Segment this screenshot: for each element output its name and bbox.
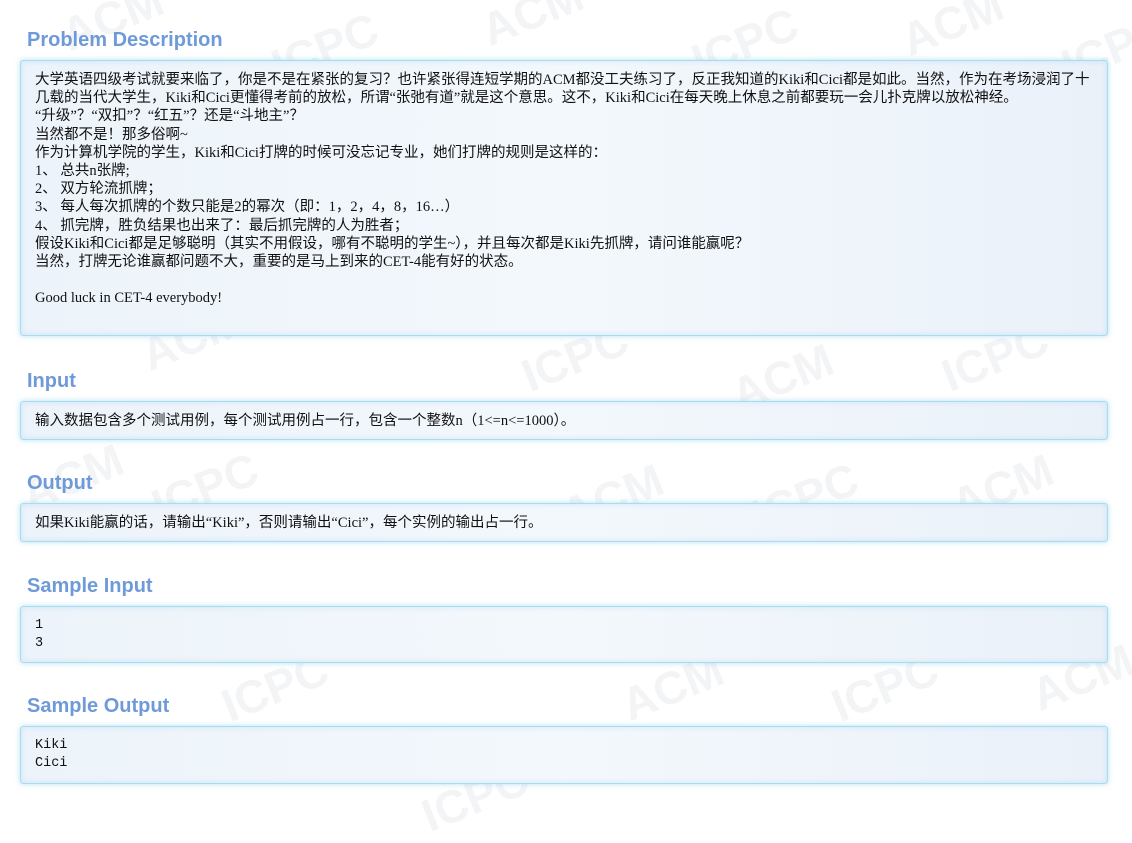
sample-output-title: Sample Output [27,695,170,717]
description-rule-4: 4、 抓完牌，胜负结果也出来了：最后抓完牌的人为胜者； [35,217,409,234]
sample-input-title: Sample Input [27,575,153,597]
description-line: 当然，打牌无论谁赢都问题不大，重要的是马上到来的CET-4能有好的状态。 [35,254,523,271]
problem-description-panel: 大学英语四级考试就要来临了，你是不是在紧张的复习？也许紧张得连短学期的ACM都没… [20,60,1108,336]
description-line: “升级”？“双扣”？“红五”？还是“斗地主”？ [35,108,304,125]
input-title: Input [27,370,76,392]
sample-output-line: Cici [35,756,68,771]
output-title: Output [27,472,93,494]
sample-output-section: Sample Output Kiki Cici [20,694,1108,784]
problem-description-section: Problem Description 大学英语四级考试就要来临了，你是不是在紧… [20,28,1108,336]
description-rule-2: 2、 双方轮流抓牌； [35,181,162,198]
description-line: 作为计算机学院的学生，Kiki和Cici打牌的时候可没忘记专业，她们打牌的规则是… [35,144,607,161]
sample-input-section: Sample Input 1 3 [20,574,1108,663]
description-line: 大学英语四级考试就要来临了，你是不是在紧张的复习？也许紧张得连短学期的ACM都没… [35,72,1090,107]
description-line: 假设Kiki和Cici都是足够聪明（其实不用假设，哪有不聪明的学生~），并且每次… [35,235,750,252]
output-description: 如果Kiki能赢的话，请输出“Kiki”，否则请输出“Cici”，每个实例的输出… [35,515,543,531]
description-rule-3: 3、 每人每次抓牌的个数只能是2的幂次（即：1，2，4，8，16…） [35,199,460,216]
input-description: 输入数据包含多个测试用例，每个测试用例占一行，包含一个整数n（1<=n<=100… [35,413,576,429]
output-section: Output 如果Kiki能赢的话，请输出“Kiki”，否则请输出“Cici”，… [20,471,1108,542]
sample-input-panel: 1 3 [20,606,1108,663]
description-line: 当然都不是！那多俗啊~ [35,126,188,143]
output-panel: 如果Kiki能赢的话，请输出“Kiki”，否则请输出“Cici”，每个实例的输出… [20,503,1108,542]
description-blank-line [35,271,1093,289]
input-panel: 输入数据包含多个测试用例，每个测试用例占一行，包含一个整数n（1<=n<=100… [20,401,1108,440]
problem-description-title: Problem Description [27,29,223,51]
input-section: Input 输入数据包含多个测试用例，每个测试用例占一行，包含一个整数n（1<=… [20,369,1108,440]
sample-output-panel: Kiki Cici [20,726,1108,784]
sample-output-line: Kiki [35,738,68,753]
description-rule-1: 1、 总共n张牌; [35,163,130,180]
sample-input-line: 3 [35,636,44,651]
description-closing-line: Good luck in CET-4 everybody! [35,290,223,307]
sample-input-line: 1 [35,618,44,633]
